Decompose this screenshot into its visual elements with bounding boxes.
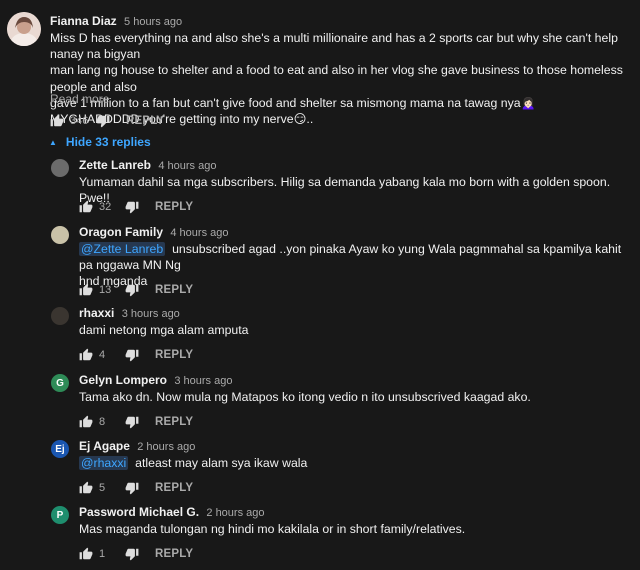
timestamp[interactable]: 3 hours ago — [122, 308, 180, 320]
comment-line-text: dami netong mga alam amputa — [79, 323, 249, 337]
avatar[interactable]: G — [51, 374, 69, 392]
like-count: 13 — [99, 284, 112, 296]
avatar[interactable] — [51, 307, 69, 325]
author-name[interactable]: Oragon Family — [79, 225, 163, 239]
timestamp[interactable]: 2 hours ago — [206, 507, 264, 519]
reply-button[interactable]: REPLY — [126, 115, 164, 127]
comment-line: gave 1 million to a fan but can't give f… — [50, 95, 536, 110]
comment-text: dami netong mga alam amputa — [79, 322, 634, 338]
top-comment: Fianna Diaz 5 hours ago Miss D has every… — [0, 0, 640, 130]
thumbs-down-icon[interactable] — [125, 283, 139, 297]
author-line: Fianna Diaz 5 hours ago — [50, 14, 182, 28]
thumbs-up-icon[interactable] — [79, 481, 93, 495]
comment-text: Tama ako dn. Now mula ng Matapos ko iton… — [79, 389, 634, 405]
author-line: Gelyn Lompero 3 hours ago — [79, 373, 232, 387]
comment-line-text: atleast may alam sya ikaw wala — [135, 456, 308, 470]
author-name[interactable]: rhaxxi — [79, 306, 114, 320]
comment-actions: 4 REPLY — [79, 347, 193, 363]
comment-line-text: Tama ako dn. Now mula ng Matapos ko iton… — [79, 390, 531, 404]
reply-button[interactable]: REPLY — [155, 349, 193, 361]
comment-actions: 1 REPLY — [79, 546, 193, 562]
thumbs-down-icon[interactable] — [125, 481, 139, 495]
comment-actions: 346 REPLY — [50, 113, 164, 129]
comment-actions: 13 REPLY — [79, 282, 193, 298]
reply-button[interactable]: REPLY — [155, 201, 193, 213]
avatar[interactable] — [51, 226, 69, 244]
comment-line: @Zette Lanreb unsubscribed agad ..yon pi… — [79, 241, 634, 273]
comment-line: Tama ako dn. Now mula ng Matapos ko iton… — [79, 389, 634, 405]
thumbs-down-icon[interactable] — [125, 415, 139, 429]
author-line: rhaxxi 3 hours ago — [79, 306, 180, 320]
comment-line-text: Mas maganda tulongan ng hindi mo kakilal… — [79, 522, 466, 536]
author-name[interactable]: Zette Lanreb — [79, 158, 151, 172]
author-line: Zette Lanreb 4 hours ago — [79, 158, 216, 172]
like-count: 1 — [99, 548, 106, 560]
thumbs-up-icon[interactable] — [50, 114, 64, 128]
comment-text: Mas maganda tulongan ng hindi mo kakilal… — [79, 521, 634, 537]
reply-button[interactable]: REPLY — [155, 284, 193, 296]
thumbs-down-icon[interactable] — [125, 200, 139, 214]
like-count: 32 — [99, 201, 112, 213]
thumbs-up-icon[interactable] — [79, 547, 93, 561]
thumbs-down-icon[interactable] — [96, 114, 110, 128]
author-name[interactable]: Fianna Diaz — [50, 14, 117, 28]
mention-link[interactable]: @rhaxxi — [79, 456, 129, 470]
hide-replies-toggle[interactable]: ▲ Hide 33 replies — [49, 135, 151, 149]
thumbs-up-icon[interactable] — [79, 348, 93, 362]
author-line: Password Michael G. 2 hours ago — [79, 505, 265, 519]
comment-actions: 32 REPLY — [79, 199, 193, 215]
thumbs-up-icon[interactable] — [79, 415, 93, 429]
like-count: 4 — [99, 349, 106, 361]
reply-button[interactable]: REPLY — [155, 548, 193, 560]
author-line: Oragon Family 4 hours ago — [79, 225, 228, 239]
thumbs-up-icon[interactable] — [79, 200, 93, 214]
comment-text: @rhaxxi atleast may alam sya ikaw wala — [79, 455, 634, 471]
like-count: 5 — [99, 482, 106, 494]
author-line: Ej Agape 2 hours ago — [79, 439, 195, 453]
comment-line: Mas maganda tulongan ng hindi mo kakilal… — [79, 521, 634, 537]
author-name[interactable]: Password Michael G. — [79, 505, 199, 519]
mention-link[interactable]: @Zette Lanreb — [79, 242, 166, 256]
reply-button[interactable]: REPLY — [155, 482, 193, 494]
timestamp[interactable]: 2 hours ago — [137, 441, 195, 453]
thumbs-down-icon[interactable] — [125, 547, 139, 561]
avatar[interactable]: Ej — [51, 440, 69, 458]
thumbs-down-icon[interactable] — [125, 348, 139, 362]
read-more-link[interactable]: Read more — [50, 92, 109, 106]
comment-line: @rhaxxi atleast may alam sya ikaw wala — [79, 455, 634, 471]
like-count: 346 — [70, 115, 89, 127]
avatar-letter: G — [56, 377, 64, 389]
author-name[interactable]: Ej Agape — [79, 439, 130, 453]
avatar-letter: P — [56, 509, 64, 521]
timestamp[interactable]: 4 hours ago — [170, 227, 228, 239]
comment-line: man lang ng house to shelter and a food … — [50, 63, 623, 94]
timestamp[interactable]: 5 hours ago — [124, 16, 182, 28]
caret-up-icon: ▲ — [49, 137, 57, 147]
comment-actions: 8 REPLY — [79, 414, 193, 430]
avatar-letter: Ej — [55, 443, 65, 455]
avatar[interactable]: P — [51, 506, 69, 524]
avatar[interactable] — [51, 159, 69, 177]
comment-actions: 5 REPLY — [79, 480, 193, 496]
timestamp[interactable]: 4 hours ago — [158, 160, 216, 172]
comment-line: dami netong mga alam amputa — [79, 322, 634, 338]
hide-replies-label: Hide 33 replies — [65, 135, 151, 149]
thumbs-up-icon[interactable] — [79, 283, 93, 297]
comment-line: Miss D has everything na and also she's … — [50, 31, 618, 62]
reply-button[interactable]: REPLY — [155, 416, 193, 428]
timestamp[interactable]: 3 hours ago — [174, 375, 232, 387]
avatar[interactable] — [7, 12, 41, 46]
author-name[interactable]: Gelyn Lompero — [79, 373, 167, 387]
like-count: 8 — [99, 416, 106, 428]
